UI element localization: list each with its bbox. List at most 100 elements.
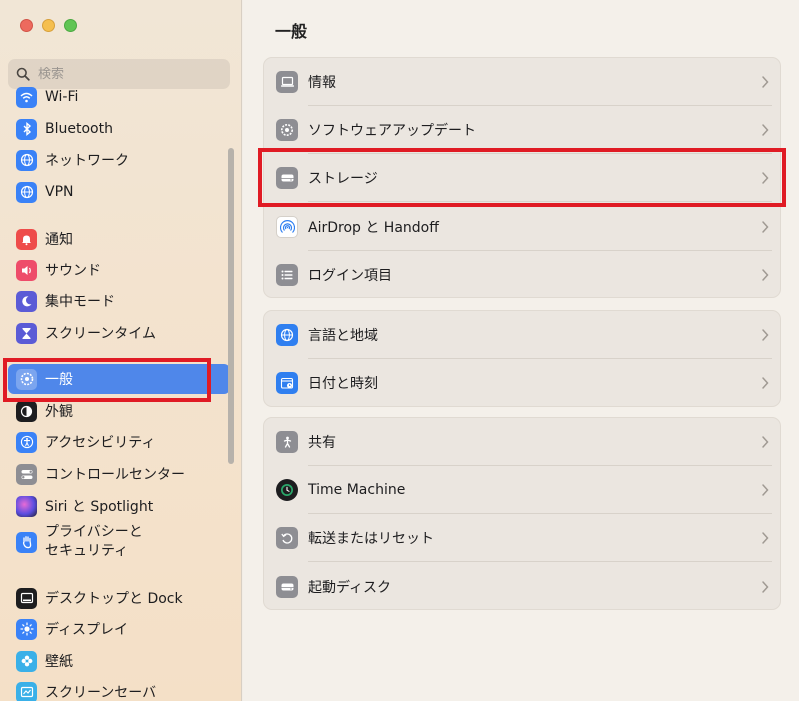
sidebar-item-wallpaper[interactable]: 壁紙 bbox=[8, 646, 230, 676]
sidebar-item-screen-time[interactable]: スクリーンタイム bbox=[8, 318, 230, 348]
sidebar-item-label: スクリーンタイム bbox=[45, 326, 157, 342]
chevron-right-icon bbox=[762, 221, 769, 233]
sidebar-item-label: アクセシビリティ bbox=[45, 435, 156, 451]
sidebar-item-desktop-dock[interactable]: デスクトップと Dock bbox=[8, 583, 230, 613]
chevron-right-icon bbox=[762, 124, 769, 136]
bluetooth-icon bbox=[16, 118, 37, 140]
row-date-time[interactable]: 日付と時刻 bbox=[264, 359, 782, 407]
sidebar-item-label: プライバシーと セキュリティ bbox=[45, 524, 143, 559]
drive-icon bbox=[276, 167, 298, 189]
row-divider bbox=[308, 201, 772, 202]
hourglass-icon bbox=[16, 322, 37, 344]
screensaver-icon bbox=[16, 681, 37, 701]
row-transfer-reset[interactable]: 転送またはリセット bbox=[264, 514, 782, 562]
sidebar-item-displays[interactable]: ディスプレイ bbox=[8, 614, 230, 644]
sidebar-item-label: VPN bbox=[45, 184, 74, 200]
minimize-button[interactable] bbox=[42, 19, 55, 32]
row-login-items[interactable]: ログイン項目 bbox=[264, 251, 782, 299]
sidebar-item-network[interactable]: ネットワーク bbox=[8, 145, 230, 175]
sidebar-item-accessibility[interactable]: アクセシビリティ bbox=[8, 427, 230, 457]
sharing-icon bbox=[276, 431, 298, 453]
row-label: 共有 bbox=[308, 435, 336, 451]
globe-icon bbox=[16, 181, 37, 203]
laptop-icon bbox=[276, 71, 298, 93]
row-label: ログイン項目 bbox=[308, 268, 392, 284]
siri-icon bbox=[16, 495, 37, 517]
reset-icon bbox=[276, 527, 298, 549]
row-about[interactable]: 情報 bbox=[264, 58, 782, 106]
calendar-clock-icon bbox=[276, 372, 298, 394]
close-button[interactable] bbox=[20, 19, 33, 32]
row-label: ストレージ bbox=[308, 171, 378, 187]
sidebar-item-label: ネットワーク bbox=[45, 153, 129, 169]
chevron-right-icon bbox=[762, 377, 769, 389]
row-software-update[interactable]: ソフトウェアアップデート bbox=[264, 106, 782, 154]
sidebar-item-control-center[interactable]: コントロールセンター bbox=[8, 459, 230, 489]
row-label: ソフトウェアアップデート bbox=[308, 123, 476, 139]
sidebar-item-sound[interactable]: サウンド bbox=[8, 255, 230, 285]
sun-icon bbox=[16, 618, 37, 640]
chevron-right-icon bbox=[762, 172, 769, 184]
wifi-icon bbox=[16, 86, 37, 108]
row-label: 転送またはリセット bbox=[308, 531, 434, 547]
flower-icon bbox=[16, 650, 37, 672]
sidebar-item-bluetooth[interactable]: Bluetooth bbox=[8, 114, 230, 144]
moon-icon bbox=[16, 290, 37, 312]
sidebar-item-focus[interactable]: 集中モード bbox=[8, 286, 230, 316]
chevron-right-icon bbox=[762, 581, 769, 593]
sidebar-item-wifi[interactable]: Wi-Fi bbox=[8, 82, 230, 112]
sidebar-item-privacy-security[interactable]: プライバシーと セキュリティ bbox=[8, 520, 230, 564]
accessibility-icon bbox=[16, 431, 37, 453]
chevron-right-icon bbox=[762, 532, 769, 544]
sidebar-item-vpn[interactable]: VPN bbox=[8, 177, 230, 207]
globe-icon bbox=[276, 324, 298, 346]
row-language-region[interactable]: 言語と地域 bbox=[264, 311, 782, 359]
row-divider bbox=[308, 561, 772, 562]
sidebar-item-label: ディスプレイ bbox=[45, 622, 129, 638]
sidebar-item-general[interactable]: 一般 bbox=[8, 364, 230, 394]
sidebar-item-siri-spotlight[interactable]: Siri と Spotlight bbox=[8, 491, 230, 521]
zoom-button[interactable] bbox=[64, 19, 77, 32]
search-icon bbox=[16, 67, 30, 81]
main-pane: 一般 情報 ソフトウェアアップデート ストレージ AirDrop と Hando… bbox=[243, 0, 799, 701]
settings-group-about: 情報 ソフトウェアアップデート ストレージ AirDrop と Handoff bbox=[263, 57, 781, 298]
sidebar-item-notifications[interactable]: 通知 bbox=[8, 224, 230, 254]
globe-icon bbox=[16, 149, 37, 171]
appearance-icon bbox=[16, 400, 37, 422]
sidebar-item-label: サウンド bbox=[45, 263, 101, 279]
sidebar-item-label: 集中モード bbox=[45, 294, 115, 310]
settings-group-locale: 言語と地域 日付と時刻 bbox=[263, 310, 781, 407]
row-label: 日付と時刻 bbox=[308, 376, 378, 392]
row-label: AirDrop と Handoff bbox=[308, 220, 439, 236]
window-controls bbox=[20, 19, 77, 32]
sidebar-item-label: 通知 bbox=[45, 232, 73, 248]
search-input[interactable] bbox=[38, 66, 218, 82]
row-startup-disk[interactable]: 起動ディスク bbox=[264, 563, 782, 611]
row-sharing[interactable]: 共有 bbox=[264, 418, 782, 466]
sidebar-item-label: 外観 bbox=[45, 404, 73, 420]
row-storage[interactable]: ストレージ bbox=[264, 154, 782, 202]
bell-icon bbox=[16, 228, 37, 250]
page-title: 一般 bbox=[275, 22, 308, 41]
chevron-right-icon bbox=[762, 484, 769, 496]
row-time-machine[interactable]: Time Machine bbox=[264, 466, 782, 514]
chevron-right-icon bbox=[762, 76, 769, 88]
gear-icon bbox=[16, 368, 37, 390]
chevron-right-icon bbox=[762, 436, 769, 448]
row-label: Time Machine bbox=[308, 482, 406, 498]
row-label: 起動ディスク bbox=[308, 580, 392, 596]
time-machine-icon bbox=[276, 479, 298, 501]
list-icon bbox=[276, 264, 298, 286]
sidebar-item-label: Siri と Spotlight bbox=[45, 499, 154, 515]
row-label: 情報 bbox=[308, 75, 336, 91]
sidebar-scrollbar[interactable] bbox=[228, 148, 234, 464]
row-airdrop-handoff[interactable]: AirDrop と Handoff bbox=[264, 203, 782, 251]
sidebar-item-label: デスクトップと Dock bbox=[45, 591, 183, 607]
settings-group-system: 共有 Time Machine 転送またはリセット 起動ディスク bbox=[263, 417, 781, 610]
sidebar-item-label: 一般 bbox=[45, 372, 73, 388]
airdrop-icon bbox=[276, 216, 298, 238]
dock-icon bbox=[16, 587, 37, 609]
speaker-icon bbox=[16, 259, 37, 281]
sidebar-item-appearance[interactable]: 外観 bbox=[8, 396, 230, 426]
sidebar-item-screen-saver[interactable]: スクリーンセーバ bbox=[8, 677, 230, 701]
